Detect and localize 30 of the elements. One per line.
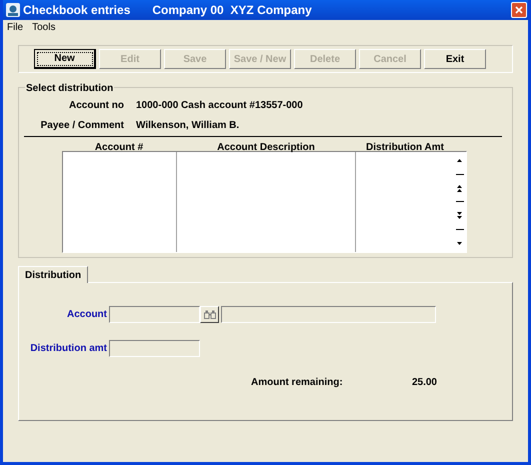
amount-remaining-value: 25.00: [410, 376, 437, 390]
binoculars-icon: [204, 310, 216, 319]
field-label: Payee / Comment: [40, 118, 124, 132]
toolbar-button[interactable]: New: [34, 49, 96, 69]
tab[interactable]: Distribution: [18, 266, 88, 283]
scroll-down-icon[interactable]: [456, 240, 463, 247]
lookup-button[interactable]: [200, 306, 219, 323]
scroll-up-icon[interactable]: [456, 184, 463, 192]
account-description-field[interactable]: [221, 306, 436, 323]
column-header: Distribution Amt: [365, 141, 445, 151]
field-value: 1000-000 Cash account #13557-000: [136, 98, 303, 112]
menu-item[interactable]: File: [7, 20, 24, 34]
column-header: Account #: [94, 141, 144, 151]
window-title: Checkbook entries: [23, 2, 130, 19]
scroll-down-icon[interactable]: [456, 212, 463, 220]
menu-item[interactable]: Tools: [32, 20, 56, 34]
column-header: Account Description: [216, 141, 316, 151]
account-field[interactable]: [109, 306, 200, 323]
scroll-up-icon[interactable]: [456, 156, 463, 164]
field-label: Account no: [68, 98, 124, 112]
field-label: Distribution amt: [29, 342, 107, 356]
field-label: Account: [66, 308, 107, 322]
app-icon: [6, 3, 20, 17]
close-icon: [515, 6, 523, 14]
toolbar-button[interactable]: Exit: [424, 49, 486, 69]
window-subtitle: Company 00 XYZ Company: [152, 2, 312, 19]
amount-remaining-label: Amount remaining:: [251, 376, 344, 390]
distribution-amt-field[interactable]: [109, 340, 200, 357]
field-value: Wilkenson, William B.: [136, 118, 240, 132]
close-button[interactable]: [511, 2, 527, 18]
